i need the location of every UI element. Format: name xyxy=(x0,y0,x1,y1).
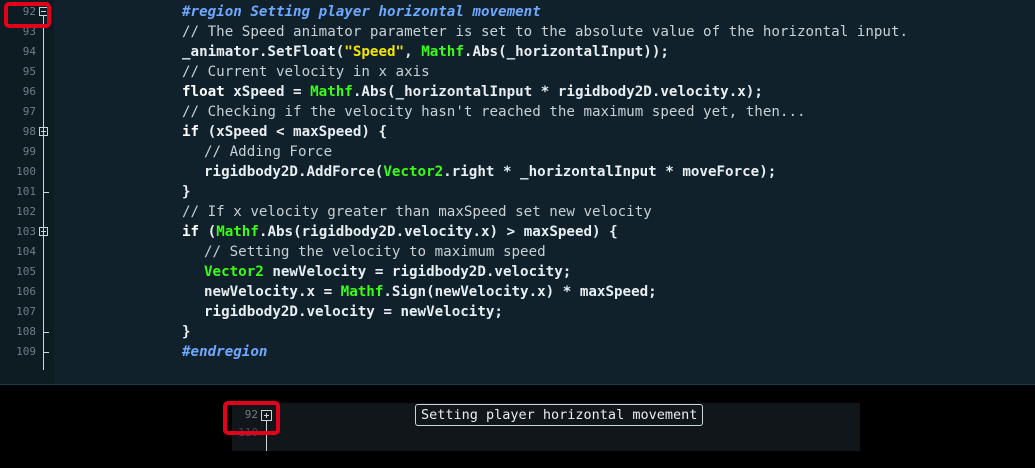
collapsed-region-summary[interactable]: Setting player horizontal movement xyxy=(415,404,704,426)
code-line-105[interactable]: 105 Vector2 newVelocity = rigidbody2D.vel… xyxy=(0,262,1035,282)
code-text: if (xSpeed < maxSpeed) { xyxy=(182,122,387,142)
code-token: // Current velocity in x axis xyxy=(182,64,430,80)
code-token: rigidbody2D.velocity = newVelocity; xyxy=(204,304,503,320)
line-number: 106 xyxy=(16,285,36,298)
code-token: // Adding Force xyxy=(204,144,333,160)
code-token: .Abs(_horizontalInput)); xyxy=(463,44,669,60)
code-text: if (Mathf.Abs(rigidbody2D.velocity.x) > … xyxy=(182,222,618,242)
code-line-108[interactable]: 108} xyxy=(0,322,1035,342)
code-text: #region Setting player horizontal moveme… xyxy=(182,2,541,22)
line-number: 99 xyxy=(22,145,36,158)
code-token: } xyxy=(182,324,191,340)
code-text: // Checking if the velocity hasn't reach… xyxy=(182,102,806,122)
code-token: } xyxy=(182,184,191,200)
line-number: 107 xyxy=(16,305,36,318)
line-number: 108 xyxy=(16,325,36,338)
code-token: if xyxy=(182,124,200,140)
code-text: rigidbody2D.velocity = newVelocity; xyxy=(204,302,503,322)
code-text: // If x velocity greater than maxSpeed s… xyxy=(182,202,652,222)
code-token: // Checking if the velocity hasn't reach… xyxy=(182,104,806,120)
code-text: #endregion xyxy=(182,342,267,362)
code-text: // Setting the velocity to maximum speed xyxy=(204,242,546,262)
code-text: } xyxy=(182,322,191,342)
code-token: .Abs(rigidbody2D.velocity.x) > maxSpeed)… xyxy=(258,224,618,240)
line-number: 105 xyxy=(16,265,36,278)
code-token: Mathf xyxy=(310,84,353,100)
code-token: if xyxy=(182,224,200,240)
code-text: } xyxy=(182,182,191,202)
line-number: 94 xyxy=(22,45,36,58)
code-editor-collapsed: 92 110 Setting player horizontal movemen… xyxy=(232,403,860,451)
code-token: // The Speed animator parameter is set t… xyxy=(182,24,909,40)
code-line-99[interactable]: 99 // Adding Force xyxy=(0,142,1035,162)
code-line-101[interactable]: 101} xyxy=(0,182,1035,202)
code-token: , xyxy=(404,44,422,60)
code-line-98[interactable]: 98 if (xSpeed < maxSpeed) { xyxy=(0,122,1035,142)
code-token: Vector2 xyxy=(204,264,264,280)
code-text: // Adding Force xyxy=(204,142,332,162)
code-line-109[interactable]: 109 #endregion xyxy=(0,342,1035,362)
code-token: .Sign(newVelocity.x) * maxSpeed; xyxy=(383,284,657,300)
code-line-94[interactable]: 94 _animator.SetFloat("Speed", Mathf.Abs(… xyxy=(0,42,1035,62)
code-text: rigidbody2D.AddForce(Vector2.right * _ho… xyxy=(204,162,776,182)
region-fold-highlight xyxy=(4,2,51,28)
line-number: 96 xyxy=(22,85,36,98)
code-token: // Setting the velocity to maximum speed xyxy=(204,244,546,260)
code-line-92[interactable]: 92 #region Setting player horizontal move… xyxy=(0,2,1035,22)
collapsed-fold-highlight xyxy=(223,401,280,435)
code-text: newVelocity.x = Mathf.Sign(newVelocity.x… xyxy=(204,282,657,302)
code-token: _animator.SetFloat( xyxy=(182,44,345,60)
code-token: newVelocity = rigidbody2D.velocity; xyxy=(263,264,572,280)
code-token: ( xyxy=(199,224,217,240)
code-text: _animator.SetFloat("Speed", Mathf.Abs(_h… xyxy=(182,42,669,62)
code-token: .Abs(_horizontalInput * rigidbody2D.velo… xyxy=(352,84,763,100)
line-number: 104 xyxy=(16,245,36,258)
line-number: 109 xyxy=(16,345,36,358)
code-line-97[interactable]: 97 // Checking if the velocity hasn't rea… xyxy=(0,102,1035,122)
code-text: float xSpeed = Mathf.Abs(_horizontalInpu… xyxy=(182,82,763,102)
code-token: newVelocity.x = xyxy=(204,284,341,300)
code-token: (xSpeed < maxSpeed) { xyxy=(199,124,388,140)
code-token: Mathf xyxy=(340,284,384,300)
code-token: #region Setting player horizontal moveme… xyxy=(182,4,541,20)
code-token: float xyxy=(182,84,225,100)
code-line-93[interactable]: 93// The Speed animator parameter is set… xyxy=(0,22,1035,42)
code-token: .right * _horizontalInput * moveForce); xyxy=(443,164,777,180)
line-number: 100 xyxy=(16,165,36,178)
line-number: 97 xyxy=(22,105,36,118)
code-line-107[interactable]: 107 rigidbody2D.velocity = newVelocity; xyxy=(0,302,1035,322)
code-editor-expanded: 92 #region Setting player horizontal move… xyxy=(0,0,1035,385)
code-token: Mathf xyxy=(421,44,464,60)
code-token: xSpeed = xyxy=(224,84,311,100)
code-token: Vector2 xyxy=(383,164,444,180)
code-text: Vector2 newVelocity = rigidbody2D.veloci… xyxy=(204,262,571,282)
code-line-106[interactable]: 106 newVelocity.x = Mathf.Sign(newVelocit… xyxy=(0,282,1035,302)
code-text: // Current velocity in x axis xyxy=(182,62,430,82)
line-number: 101 xyxy=(16,185,36,198)
code-line-100[interactable]: 100 rigidbody2D.AddForce(Vector2.right * … xyxy=(0,162,1035,182)
code-token: rigidbody2D.AddForce( xyxy=(204,164,384,180)
code-line-95[interactable]: 95 // Current velocity in x axis xyxy=(0,62,1035,82)
code-line-103[interactable]: 103 if (Mathf.Abs(rigidbody2D.velocity.x)… xyxy=(0,222,1035,242)
code-line-104[interactable]: 104 // Setting the velocity to maximum sp… xyxy=(0,242,1035,262)
fold-guide-region xyxy=(43,15,44,370)
code-line-102[interactable]: 102 // If x velocity greater than maxSpee… xyxy=(0,202,1035,222)
code-token: // If x velocity greater than maxSpeed s… xyxy=(182,204,652,220)
line-number: 95 xyxy=(22,65,36,78)
code-token: Mathf xyxy=(216,224,259,240)
line-number: 102 xyxy=(16,205,36,218)
code-token: "Speed" xyxy=(344,44,405,60)
line-number: 103 xyxy=(16,225,36,238)
line-number: 98 xyxy=(22,125,36,138)
code-token: #endregion xyxy=(182,344,268,360)
code-line-96[interactable]: 96 float xSpeed = Mathf.Abs(_horizontalIn… xyxy=(0,82,1035,102)
code-text: // The Speed animator parameter is set t… xyxy=(182,22,908,42)
